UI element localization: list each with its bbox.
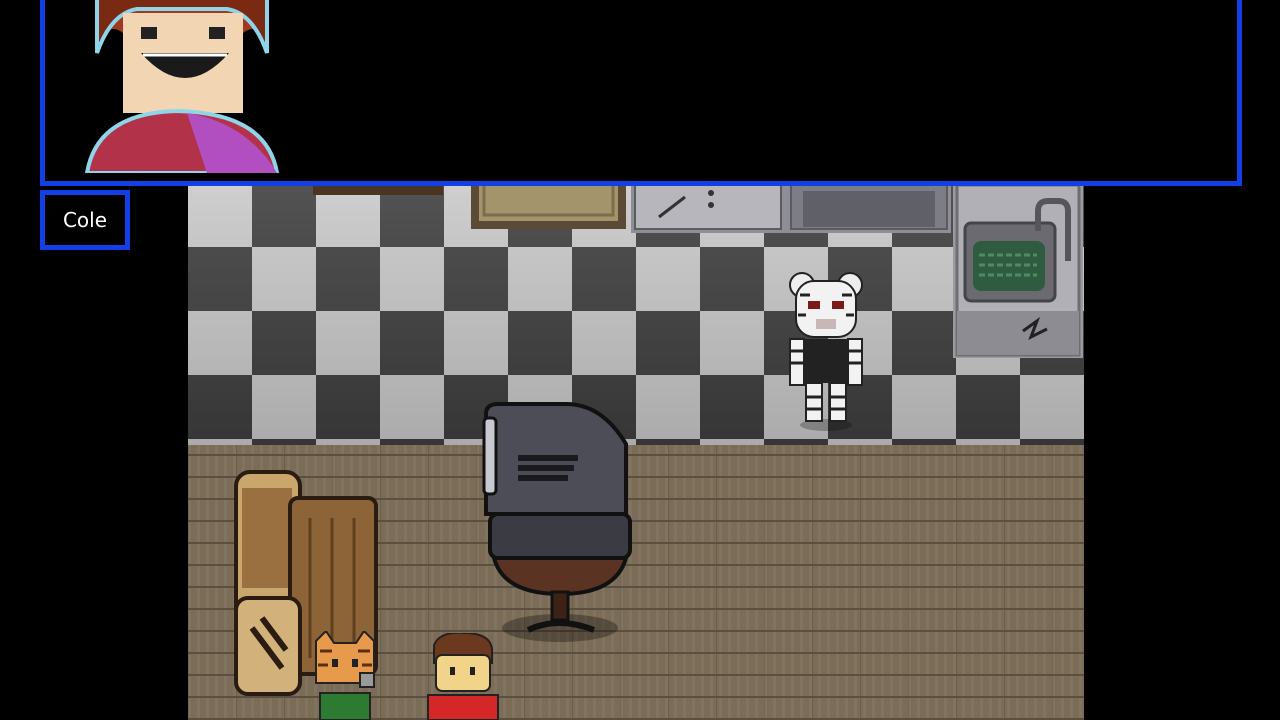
door-mat-icon <box>471 183 626 229</box>
tiger-mask-character[interactable] <box>786 265 866 431</box>
counter-drawers-icon <box>631 183 951 233</box>
dialog-box[interactable] <box>40 0 1242 186</box>
game-room <box>188 183 1084 720</box>
kitchen-sink-icon <box>953 183 1083 358</box>
speaker-name: Cole <box>62 208 108 232</box>
red-shirt-boy-character[interactable] <box>424 633 502 720</box>
crt-tv-icon[interactable] <box>478 398 638 648</box>
speaker-name-tag: Cole <box>40 190 130 250</box>
speaker-portrait <box>84 0 280 173</box>
orange-cat-character[interactable] <box>310 631 380 720</box>
